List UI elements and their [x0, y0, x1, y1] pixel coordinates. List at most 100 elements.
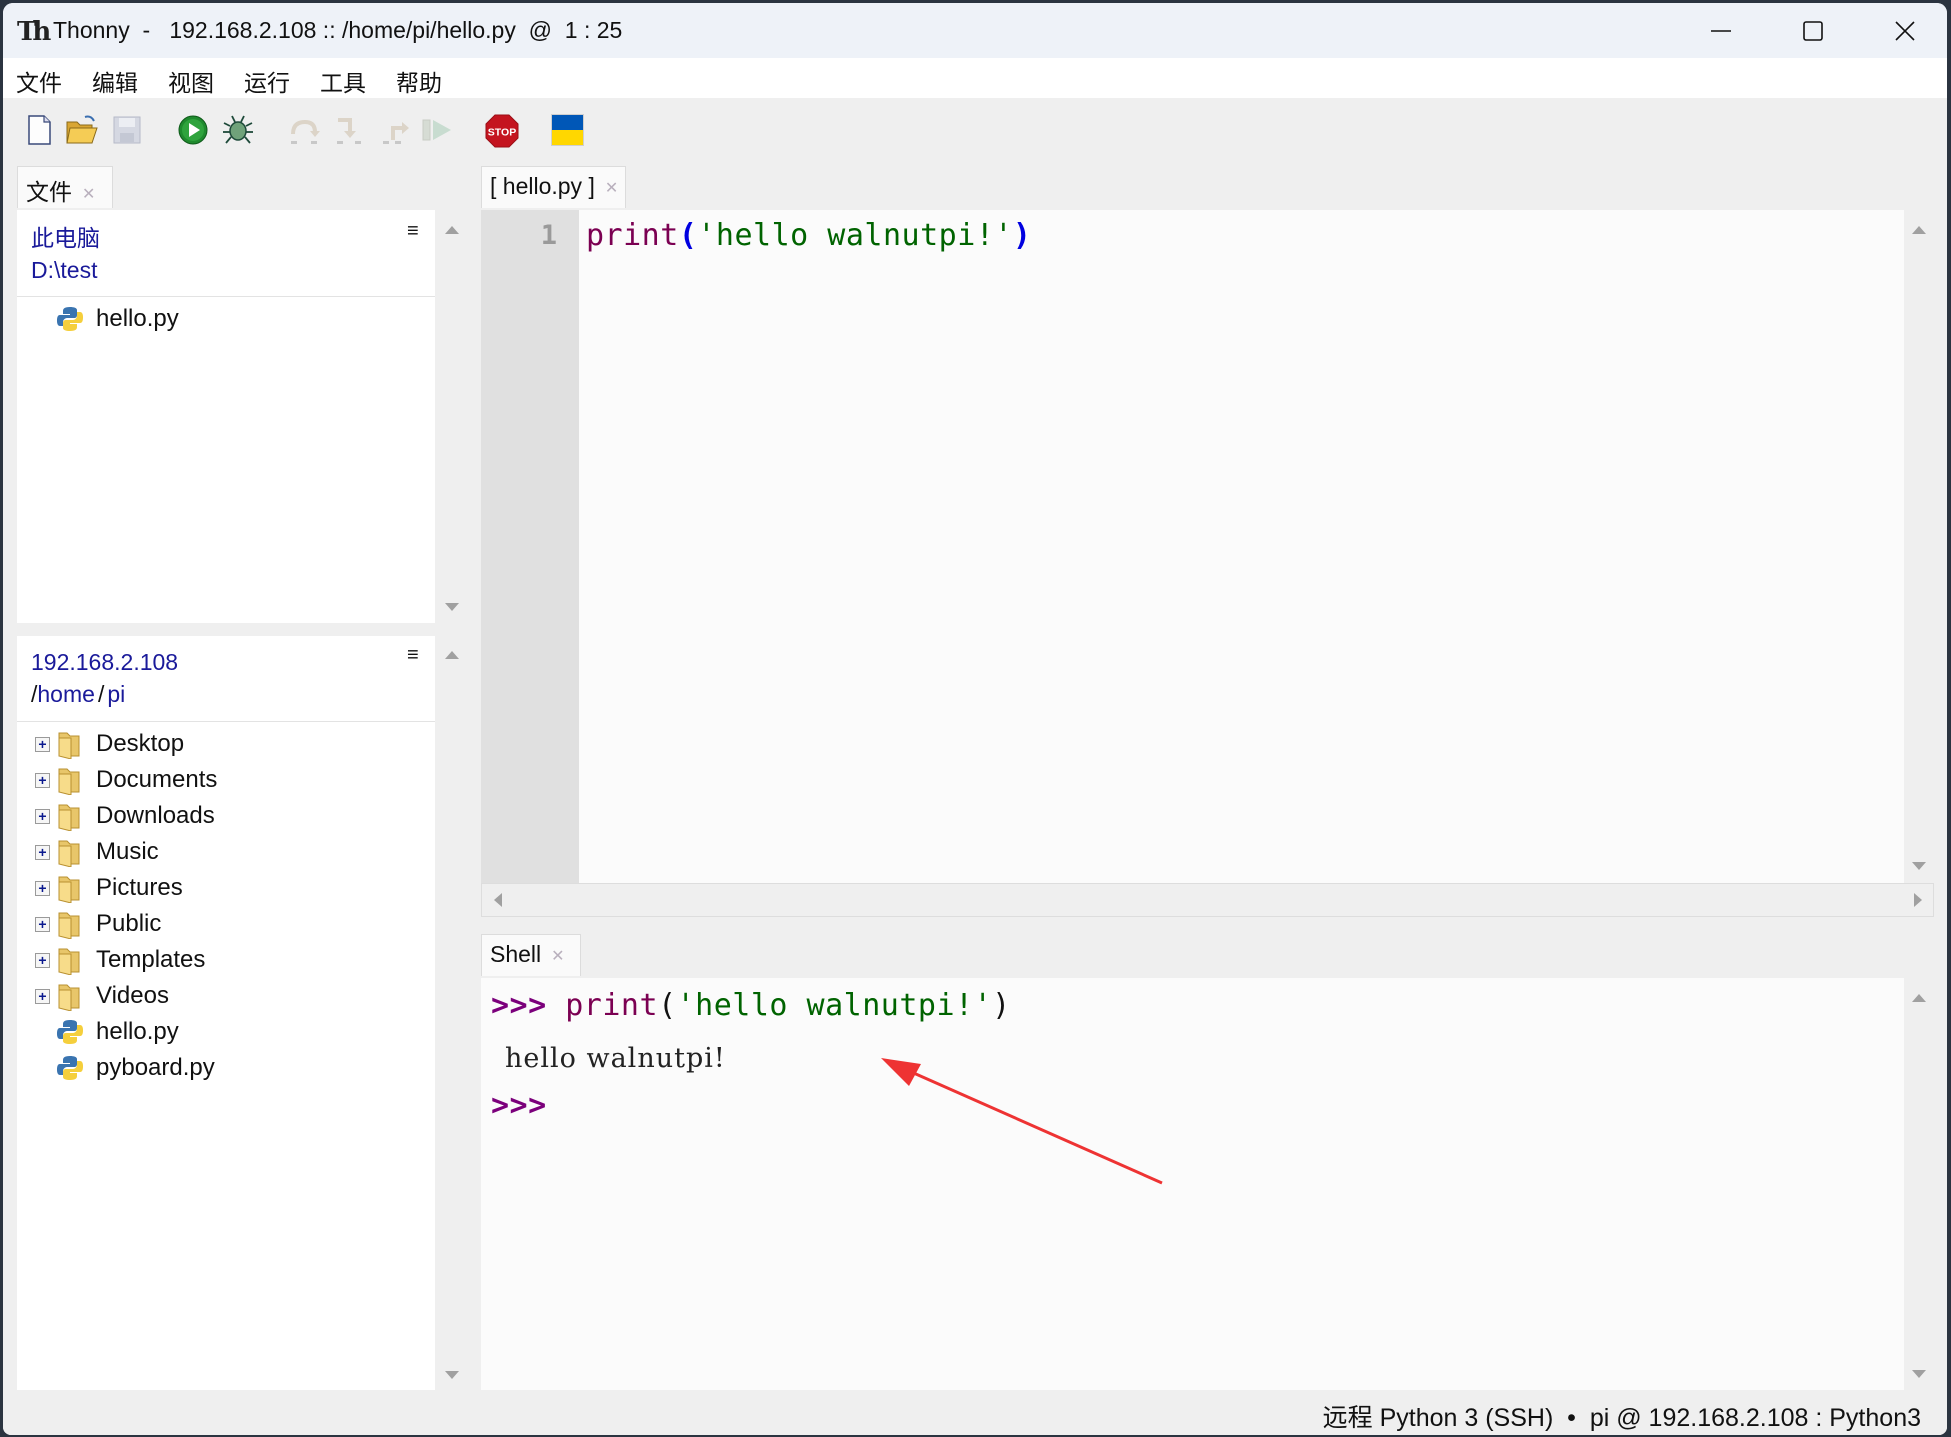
expand-icon[interactable]: + [35, 988, 50, 1004]
divider [17, 296, 435, 297]
expand-icon[interactable]: + [35, 880, 50, 896]
folder-item[interactable]: + Pictures [17, 870, 437, 906]
new-file-button[interactable] [24, 114, 56, 146]
scroll-right-icon[interactable] [1914, 893, 1922, 907]
folder-icon [56, 981, 82, 1012]
line-number-gutter: 1 [481, 210, 579, 883]
folder-item[interactable]: + Desktop [17, 726, 437, 762]
item-name: Pictures [96, 874, 183, 901]
folder-item[interactable]: + Public [17, 906, 437, 942]
code-editor[interactable]: 1 print('hello walnutpi!') [481, 210, 1904, 883]
scroll-up-icon[interactable] [1912, 226, 1926, 234]
open-file-button[interactable] [65, 114, 98, 146]
editor-horizontal-scrollbar[interactable] [481, 883, 1934, 917]
menu-bar: 文件 编辑 视图 运行 工具 帮助 [3, 58, 1947, 98]
arrow-head [881, 1058, 921, 1086]
list-item[interactable]: hello.py [17, 301, 437, 337]
item-name: Documents [96, 766, 218, 793]
folder-item[interactable]: + Music [17, 834, 437, 870]
menu-run[interactable]: 运行 [244, 64, 290, 98]
editor-vertical-scrollbar[interactable] [1904, 210, 1934, 883]
menu-file[interactable]: 文件 [16, 64, 62, 98]
scroll-up-icon[interactable] [445, 651, 459, 659]
local-files-scrollbar[interactable] [435, 210, 470, 623]
path-segment-home[interactable]: home [37, 681, 95, 707]
path-segment-pi[interactable]: pi [107, 681, 125, 707]
scroll-left-icon[interactable] [494, 893, 502, 907]
menu-view[interactable]: 视图 [168, 64, 214, 98]
code-token-paren: ) [1012, 218, 1032, 253]
menu-help[interactable]: 帮助 [396, 64, 442, 98]
annotation-red-arrow [881, 1058, 1163, 1185]
interpreter-status[interactable]: 远程 Python 3 (SSH) • pi @ 192.168.2.108 :… [1323, 1398, 1921, 1434]
shell-console[interactable]: >>> print('hello walnutpi!') hello walnu… [481, 978, 1904, 1390]
code-token-string: 'hello walnutpi!' [697, 218, 1013, 253]
tab-files[interactable]: 文件 ✕ [17, 166, 113, 208]
code-token-paren: ( [678, 218, 698, 253]
folder-item[interactable]: + Templates [17, 942, 437, 978]
stop-button[interactable]: STOP [485, 114, 519, 148]
run-button[interactable] [177, 114, 209, 146]
close-icon[interactable]: ✕ [82, 186, 95, 203]
close-icon [1895, 20, 1915, 41]
step-out-button[interactable] [379, 114, 411, 146]
new-file-icon [28, 115, 51, 145]
expand-icon[interactable]: + [35, 952, 50, 968]
step-into-button[interactable] [333, 114, 365, 146]
local-path[interactable]: D:\test [31, 254, 97, 286]
local-root-title[interactable]: 此电脑 [31, 222, 100, 254]
tab-shell[interactable]: Shell ✕ [481, 934, 581, 976]
scroll-down-icon[interactable] [445, 603, 459, 611]
code-line[interactable]: print('hello walnutpi!') [586, 218, 1031, 253]
remote-files-scrollbar[interactable] [435, 636, 470, 1390]
scroll-down-icon[interactable] [1912, 862, 1926, 870]
hamburger-menu-icon[interactable]: ≡ [407, 644, 419, 667]
python-file-icon [56, 305, 84, 333]
step-out-icon [383, 122, 409, 144]
ukraine-flag-button[interactable] [551, 114, 584, 146]
step-over-button[interactable] [287, 114, 320, 146]
folder-item[interactable]: + Documents [17, 762, 437, 798]
python-file-icon [56, 1054, 84, 1082]
folder-item[interactable]: + Downloads [17, 798, 437, 834]
expand-icon[interactable]: + [35, 916, 50, 932]
close-button[interactable] [1859, 3, 1947, 58]
line-number: 1 [540, 220, 557, 251]
hamburger-menu-icon[interactable]: ≡ [407, 220, 419, 243]
stop-label: STOP [488, 127, 516, 139]
folder-icon [56, 765, 82, 796]
expand-icon[interactable]: + [35, 736, 50, 752]
folder-icon [56, 801, 82, 832]
scroll-up-icon[interactable] [445, 226, 459, 234]
maximize-button[interactable] [1767, 3, 1859, 58]
folder-item[interactable]: + Videos [17, 978, 437, 1014]
scroll-up-icon[interactable] [1912, 994, 1926, 1002]
window-title: Thonny - 192.168.2.108 :: /home/pi/hello… [53, 17, 623, 43]
folder-icon [56, 909, 82, 940]
path-separator: / [97, 681, 105, 707]
save-icon [113, 116, 141, 144]
close-icon[interactable]: ✕ [605, 180, 618, 197]
run-icon [178, 115, 208, 145]
minimize-button[interactable] [1675, 3, 1767, 58]
debug-button[interactable] [221, 114, 253, 146]
scroll-down-icon[interactable] [1912, 1370, 1926, 1378]
close-icon[interactable]: ✕ [551, 948, 564, 965]
expand-icon[interactable]: + [35, 844, 50, 860]
menu-tools[interactable]: 工具 [320, 64, 366, 98]
item-name: pyboard.py [96, 1054, 215, 1081]
tab-editor-hello-py[interactable]: [ hello.py ] ✕ [481, 166, 626, 208]
expand-icon[interactable]: + [35, 808, 50, 824]
save-button[interactable] [111, 114, 143, 146]
menu-edit[interactable]: 编辑 [92, 64, 138, 98]
folder-icon [56, 837, 82, 868]
file-item[interactable]: hello.py [17, 1014, 437, 1050]
expand-icon[interactable]: + [35, 772, 50, 788]
step-over-icon [291, 119, 320, 144]
resume-button[interactable] [421, 114, 453, 146]
folder-icon [56, 945, 82, 976]
shell-vertical-scrollbar[interactable] [1904, 978, 1934, 1390]
file-item[interactable]: pyboard.py [17, 1050, 437, 1086]
scroll-down-icon[interactable] [445, 1371, 459, 1379]
remote-host[interactable]: 192.168.2.108 [31, 646, 178, 678]
